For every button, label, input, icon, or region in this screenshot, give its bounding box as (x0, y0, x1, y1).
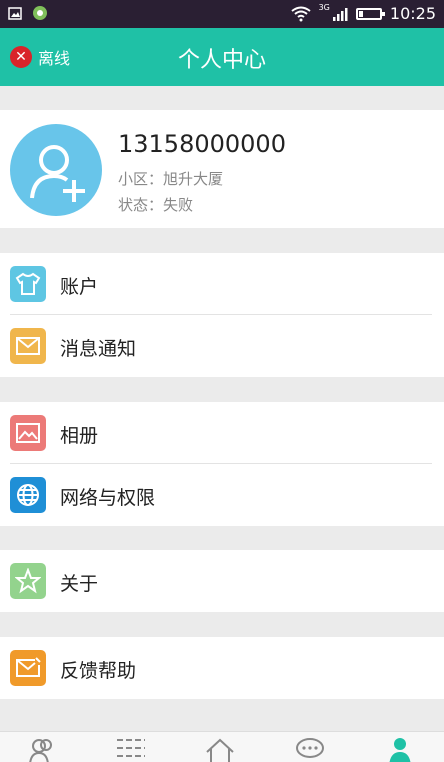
status-label: 状态： (118, 196, 164, 214)
bottom-tab-bar (0, 731, 444, 762)
menu-group-album: 相册 网络与权限 (0, 402, 444, 526)
tab-profile[interactable] (380, 736, 420, 762)
wifi-icon (290, 6, 311, 21)
globe-icon (10, 477, 46, 513)
community-info: 小区：旭升大厦 (118, 168, 223, 189)
menu-label-network-permissions: 网络与权限 (60, 487, 156, 509)
home-icon (206, 738, 234, 762)
network-type: 3G (318, 3, 330, 12)
status-right: 3G 10:25 (290, 3, 436, 23)
tab-home[interactable] (200, 736, 240, 762)
contacts-icon (29, 739, 52, 762)
signal-icon (332, 7, 348, 21)
status-value: 失败 (163, 196, 194, 214)
status-info: 状态：失败 (118, 194, 193, 215)
menu-item-network-permissions[interactable]: 网络与权限 (0, 464, 444, 526)
menu-label-account: 账户 (60, 276, 99, 298)
menu-group-feedback: 反馈帮助 (0, 637, 444, 699)
page-title: 个人中心 (177, 48, 266, 73)
title-bar: ✕ 离线 个人中心 (0, 28, 444, 86)
clock: 10:25 (389, 4, 436, 23)
menu-group-about: 关于 (0, 550, 444, 612)
profile-card[interactable]: 13158000000 小区：旭升大厦 状态：失败 (0, 110, 444, 228)
feedback-mail-icon (10, 650, 46, 686)
tab-list[interactable] (111, 736, 151, 762)
picture-icon (10, 415, 46, 451)
list-icon (117, 739, 145, 757)
menu-item-notifications[interactable]: 消息通知 (0, 315, 444, 377)
menu-item-album[interactable]: 相册 (0, 402, 444, 464)
image-notification-icon (8, 7, 22, 20)
menu-item-about[interactable]: 关于 (0, 550, 444, 612)
menu-label-notifications: 消息通知 (60, 338, 137, 360)
add-user-icon (30, 145, 85, 202)
battery-icon (355, 7, 385, 20)
menu-label-feedback-help: 反馈帮助 (60, 660, 137, 682)
envelope-icon (10, 328, 46, 364)
star-icon (10, 563, 46, 599)
status-left-icons (8, 5, 48, 21)
tab-contacts[interactable] (22, 736, 62, 762)
menu-item-account[interactable]: 账户 (0, 253, 444, 315)
shirt-icon (10, 266, 46, 302)
menu-item-feedback-help[interactable]: 反馈帮助 (0, 637, 444, 699)
profile-icon (389, 738, 411, 762)
app-notification-icon (33, 6, 47, 20)
phone-number: 13158000000 (118, 130, 286, 158)
avatar-add-user[interactable] (10, 124, 102, 216)
community-value: 旭升大厦 (163, 170, 224, 188)
status-bar: 3G 10:25 (0, 0, 444, 28)
menu-group-account: 账户 消息通知 (0, 253, 444, 377)
tab-chat[interactable] (290, 736, 330, 762)
chat-icon (296, 738, 324, 758)
menu-label-about: 关于 (60, 573, 99, 595)
menu-label-album: 相册 (60, 425, 99, 447)
community-label: 小区： (118, 170, 164, 188)
battery-level (358, 10, 363, 17)
